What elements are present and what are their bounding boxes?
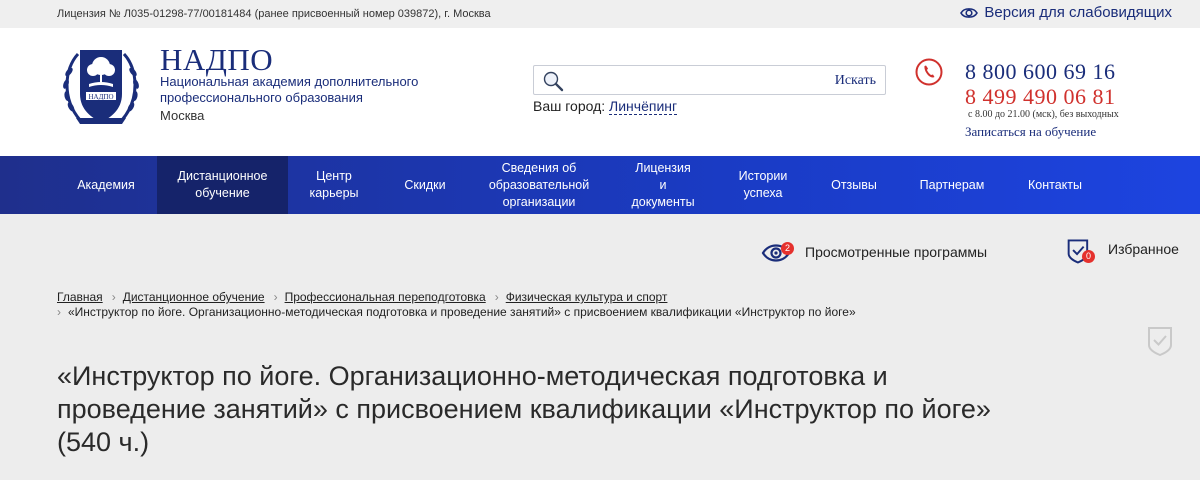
city-link[interactable]: Линчёпинг bbox=[609, 98, 678, 115]
main-navigation: Академия Дистанционное обучение Центр ка… bbox=[0, 156, 1200, 214]
nav-item-career-center[interactable]: Центр карьеры bbox=[297, 156, 371, 214]
phone-number-1[interactable]: 8 800 600 69 16 bbox=[965, 59, 1116, 85]
search-input[interactable] bbox=[570, 70, 830, 90]
favorites-label: Избранное bbox=[1108, 241, 1179, 257]
brand-name: НАДПО bbox=[160, 42, 274, 77]
favorites-icon-wrap: 0 bbox=[1066, 236, 1100, 264]
brand-city: Москва bbox=[160, 108, 205, 123]
nav-item-academy[interactable]: Академия bbox=[60, 156, 152, 214]
page-title: «Инструктор по йоге. Организационно-мето… bbox=[57, 361, 991, 457]
city-selector: Ваш город: Линчёпинг bbox=[533, 98, 678, 115]
viewed-icon-wrap: 2 bbox=[761, 239, 795, 265]
search-box: Искать bbox=[533, 65, 886, 95]
chevron-right-icon: › bbox=[111, 290, 116, 304]
brand-subtitle-line2: профессионального образования bbox=[160, 90, 363, 105]
city-label: Ваш город: bbox=[533, 98, 606, 114]
breadcrumb-current: «Инструктор по йоге. Организационно-мето… bbox=[68, 305, 856, 319]
nav-item-partners[interactable]: Партнерам bbox=[906, 156, 998, 214]
brand-subtitle: Национальная академия дополнительного пр… bbox=[160, 74, 418, 106]
breadcrumb-retraining[interactable]: Профессиональная переподготовка bbox=[285, 290, 486, 304]
nav-item-license-docs[interactable]: Лицензия и документы bbox=[618, 156, 708, 214]
chevron-right-icon: › bbox=[494, 290, 499, 304]
search-button[interactable]: Искать bbox=[835, 73, 876, 89]
emblem-icon: НАДПО bbox=[63, 50, 139, 124]
breadcrumb-sports[interactable]: Физическая культура и спорт bbox=[506, 290, 668, 304]
chevron-right-icon: › bbox=[57, 305, 61, 319]
top-bar: Лицензия № Л035-01298-77/00181484 (ранее… bbox=[0, 0, 1200, 28]
nav-item-reviews[interactable]: Отзывы bbox=[818, 156, 890, 214]
license-text: Лицензия № Л035-01298-77/00181484 (ранее… bbox=[57, 8, 491, 20]
breadcrumb-current-line: › «Инструктор по йоге. Организационно-мет… bbox=[57, 305, 1137, 320]
nav-item-organization-info[interactable]: Сведения об образовательной организации bbox=[479, 156, 599, 214]
phone-icon bbox=[915, 58, 943, 86]
viewed-programs-link[interactable]: 2 Просмотренные программы bbox=[761, 239, 987, 265]
brand-subtitle-line1: Национальная академия дополнительного bbox=[160, 74, 419, 89]
favorites-link[interactable]: 0 Избранное bbox=[1066, 236, 1179, 264]
content-area: 2 Просмотренные программы 0 Избранное Гл… bbox=[0, 214, 1200, 480]
enroll-link[interactable]: Записаться на обучение bbox=[965, 124, 1096, 140]
nav-item-success-stories[interactable]: Истории успеха bbox=[727, 156, 799, 214]
emblem-text: НАДПО bbox=[89, 93, 114, 101]
nav-item-discounts[interactable]: Скидки bbox=[390, 156, 460, 214]
eye-icon bbox=[960, 7, 979, 18]
site-header: НАДПО НАДПО Национальная академия дополн… bbox=[0, 28, 1200, 156]
breadcrumb-distance-learning[interactable]: Дистанционное обучение bbox=[123, 290, 265, 304]
bookmark-check-icon[interactable] bbox=[1147, 326, 1173, 356]
viewed-count-badge: 2 bbox=[781, 242, 794, 255]
chevron-right-icon: › bbox=[273, 290, 278, 304]
accessibility-version-label: Версия для слабовидящих bbox=[984, 4, 1172, 21]
phone-number-2[interactable]: 8 499 490 06 81 bbox=[965, 84, 1116, 110]
search-icon bbox=[543, 71, 564, 92]
favorites-count-badge: 0 bbox=[1082, 250, 1095, 263]
accessibility-version-link[interactable]: Версия для слабовидящих bbox=[960, 4, 1172, 21]
breadcrumb: Главная › Дистанционное обучение › Профессио… bbox=[57, 290, 1137, 320]
viewed-programs-label: Просмотренные программы bbox=[805, 244, 988, 260]
nav-item-distance-learning[interactable]: Дистанционное обучение bbox=[157, 156, 288, 214]
working-hours: с 8.00 до 21.00 (мск), без выходных bbox=[968, 109, 1119, 120]
breadcrumb-home[interactable]: Главная bbox=[57, 290, 103, 304]
nav-item-contacts[interactable]: Контакты bbox=[1014, 156, 1096, 214]
